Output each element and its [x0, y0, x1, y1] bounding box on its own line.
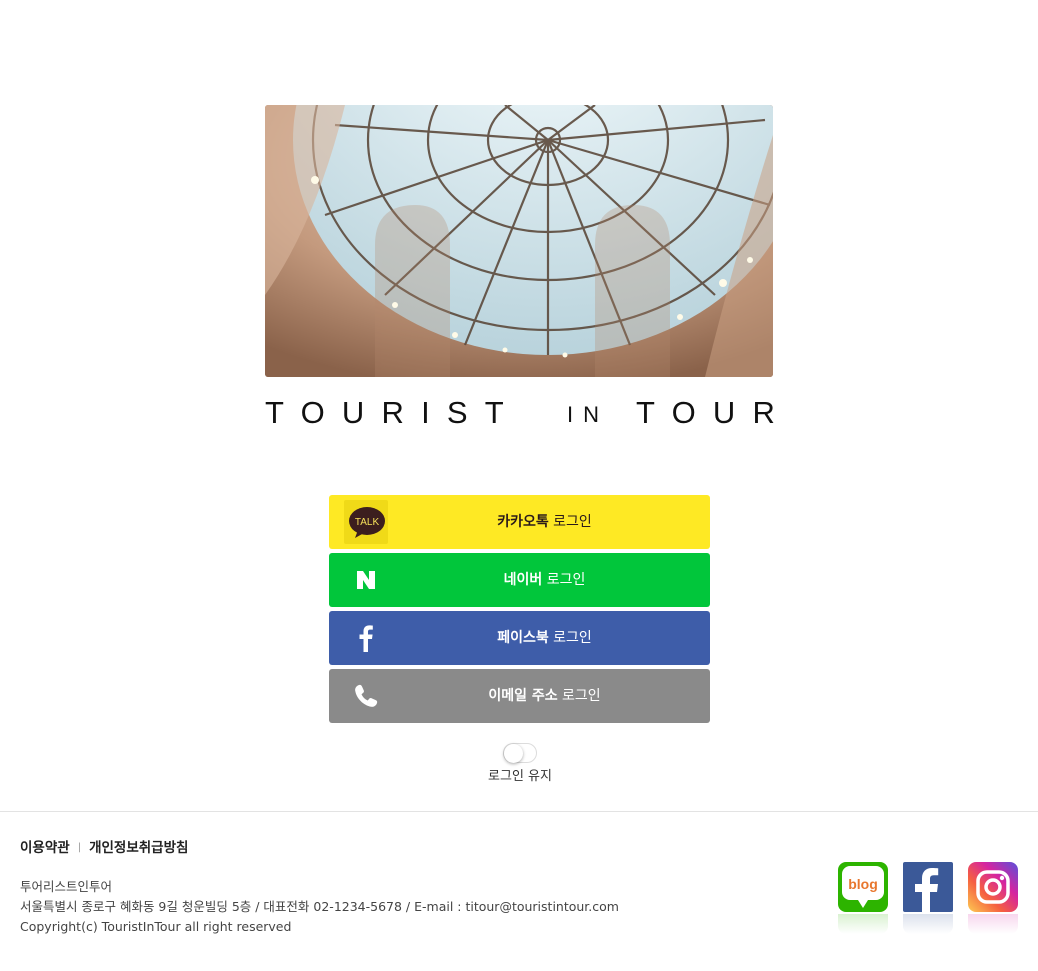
- facebook-page-link[interactable]: [903, 862, 953, 934]
- company-address: 서울특별시 종로구 혜화동 9길 청운빌딩 5층 / 대표전화 02-1234-…: [20, 899, 619, 914]
- company-info: 투어리스트인투어 서울특별시 종로구 혜화동 9길 청운빌딩 5층 / 대표전화…: [20, 877, 619, 937]
- kakao-login-label: 카카오톡 로그인: [497, 514, 592, 530]
- naver-login-button[interactable]: 네이버 로그인: [329, 553, 710, 607]
- keep-login-toggle[interactable]: [503, 743, 537, 763]
- copyright-text: Copyright(c) TouristInTour all right res…: [20, 919, 292, 934]
- facebook-login-label: 페이스북 로그인: [497, 630, 592, 646]
- footer-link-separator: |: [77, 842, 82, 853]
- instagram-link[interactable]: [968, 862, 1018, 934]
- naver-login-label: 네이버 로그인: [503, 572, 586, 588]
- blog-icon-reflection: [838, 914, 888, 934]
- terms-link[interactable]: 이용약관: [20, 840, 70, 856]
- company-name: 투어리스트인투어: [20, 879, 113, 894]
- brand-word-tour: TOUR: [636, 395, 793, 430]
- hero-image: [265, 105, 773, 377]
- instagram-icon-reflection: [968, 914, 1018, 934]
- kakao-login-button[interactable]: TALK 카카오톡 로그인: [329, 495, 710, 549]
- facebook-icon-reflection: [903, 914, 953, 934]
- facebook-login-button[interactable]: 페이스북 로그인: [329, 611, 710, 665]
- instagram-icon: [968, 862, 1018, 912]
- brand-title: TOURIST IN TOUR: [265, 395, 775, 431]
- facebook-icon: [903, 862, 953, 912]
- toggle-knob: [504, 744, 523, 763]
- blog-icon: blog: [838, 862, 888, 912]
- blog-link[interactable]: blog: [838, 862, 888, 934]
- dome-ceiling-illustration: [265, 105, 773, 377]
- brand-word-in: IN: [567, 402, 609, 427]
- keep-login-label: 로그인 유지: [488, 769, 552, 784]
- email-login-button[interactable]: 이메일 주소 로그인: [329, 669, 710, 723]
- footer-divider: [0, 811, 1038, 812]
- blog-icon-label: blog: [848, 876, 878, 892]
- brand-word-tourist: TOURIST: [265, 395, 521, 430]
- privacy-policy-link[interactable]: 개인정보취급방침: [89, 840, 188, 856]
- footer-links: 이용약관 | 개인정보취급방침: [20, 836, 188, 856]
- email-login-label: 이메일 주소 로그인: [488, 688, 601, 704]
